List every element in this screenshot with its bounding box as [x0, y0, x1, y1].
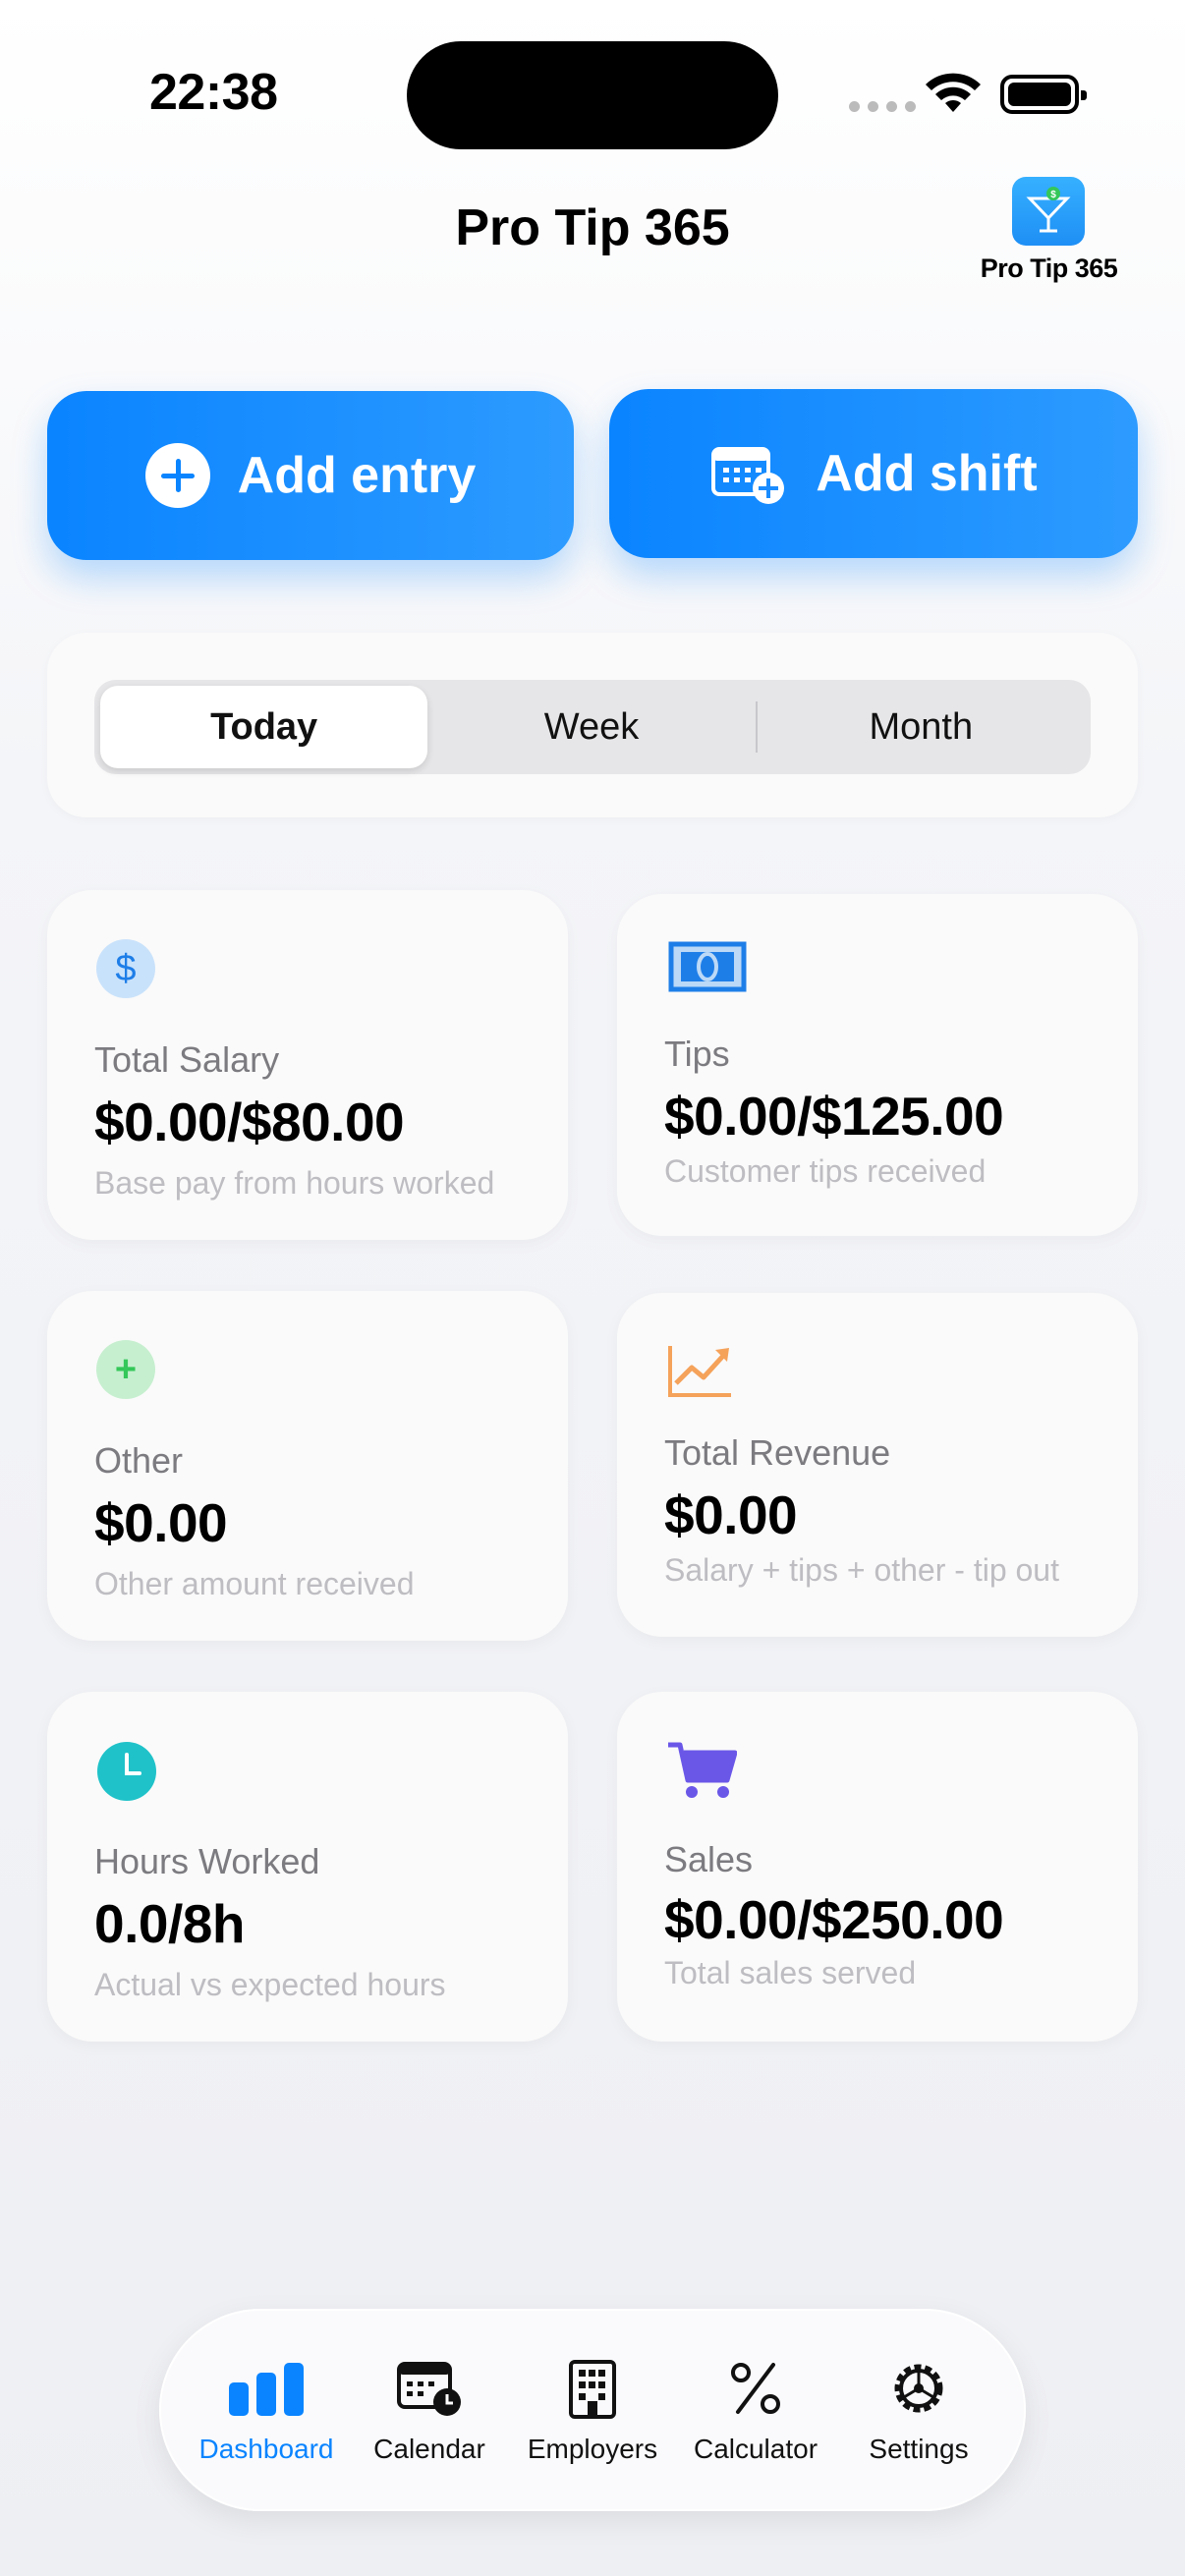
card-description: Actual vs expected hours	[94, 1967, 446, 2002]
banknote-icon	[668, 941, 747, 1000]
chart-up-icon	[666, 1340, 731, 1399]
card-label: Total Salary	[94, 1039, 280, 1080]
calendar-plus-icon	[711, 447, 785, 504]
card-value: $0.00/$250.00	[664, 1889, 1004, 1950]
total-salary-card[interactable]: $ Total Salary $0.00/$80.00 Base pay fro…	[47, 890, 568, 1240]
status-time: 22:38	[149, 64, 278, 121]
percent-icon	[716, 2355, 795, 2422]
cart-icon	[666, 1739, 738, 1798]
card-label: Total Revenue	[664, 1432, 891, 1473]
plus-icon: +	[96, 1340, 155, 1399]
add-shift-button[interactable]: Add shift	[609, 389, 1138, 558]
card-description: Salary + tips + other - tip out	[664, 1552, 1059, 1588]
tab-dashboard[interactable]: Dashboard	[188, 2355, 345, 2465]
dynamic-island	[407, 41, 778, 149]
period-segmented-control: Today Week Month	[94, 680, 1091, 774]
card-label: Other	[94, 1440, 184, 1481]
add-entry-button[interactable]: Add entry	[47, 391, 574, 560]
card-label: Tips	[664, 1034, 730, 1074]
card-value: $0.00	[94, 1492, 228, 1553]
bar-chart-icon	[227, 2355, 306, 2422]
tab-bar: Dashboard Calendar Employers Calculator …	[159, 2309, 1026, 2511]
card-description: Total sales served	[664, 1955, 917, 1990]
card-description: Customer tips received	[664, 1153, 987, 1189]
segment-week[interactable]: Week	[427, 686, 755, 768]
tips-card[interactable]: Tips $0.00/$125.00 Customer tips receive…	[617, 894, 1138, 1236]
logo-label: Pro Tip 365	[980, 253, 1118, 283]
gear-icon	[879, 2355, 958, 2422]
card-label: Sales	[664, 1839, 754, 1879]
status-bar: 22:38	[0, 0, 1185, 187]
segment-month[interactable]: Month	[758, 686, 1085, 768]
battery-icon	[1000, 75, 1087, 114]
add-shift-label: Add shift	[816, 445, 1038, 502]
wifi-icon	[926, 73, 981, 112]
dollar-icon: $	[96, 939, 155, 998]
period-selector-card: Today Week Month	[47, 633, 1138, 817]
tab-employers[interactable]: Employers	[514, 2355, 671, 2465]
add-entry-label: Add entry	[237, 447, 477, 504]
tab-settings[interactable]: Settings	[840, 2355, 997, 2465]
tab-label: Calculator	[693, 2434, 818, 2464]
card-value: $0.00/$125.00	[664, 1086, 1004, 1147]
svg-text:$: $	[1050, 190, 1056, 200]
tab-label: Settings	[869, 2434, 969, 2464]
card-description: Base pay from hours worked	[94, 1165, 495, 1201]
card-value: $0.00/$80.00	[94, 1092, 405, 1152]
total-revenue-card[interactable]: Total Revenue $0.00 Salary + tips + othe…	[617, 1293, 1138, 1637]
sales-card[interactable]: Sales $0.00/$250.00 Total sales served	[617, 1692, 1138, 2042]
plus-circle-icon	[144, 443, 210, 508]
tab-calculator[interactable]: Calculator	[677, 2355, 834, 2465]
tab-label: Dashboard	[198, 2434, 334, 2464]
card-value: $0.00	[664, 1484, 798, 1545]
card-label: Hours Worked	[94, 1841, 320, 1881]
clock-icon	[96, 1741, 156, 1801]
calendar-clock-icon	[390, 2355, 469, 2422]
segment-today[interactable]: Today	[100, 686, 428, 768]
tab-label: Calendar	[373, 2434, 485, 2464]
card-description: Other amount received	[94, 1566, 415, 1601]
building-icon	[553, 2355, 632, 2422]
signal-dots-icon	[849, 101, 916, 112]
cocktail-glass-dollar-icon: $	[1012, 177, 1085, 246]
other-card[interactable]: + Other $0.00 Other amount received	[47, 1291, 568, 1641]
app-title: Pro Tip 365	[455, 199, 730, 256]
hours-worked-card[interactable]: Hours Worked 0.0/8h Actual vs expected h…	[47, 1692, 568, 2042]
tab-calendar[interactable]: Calendar	[351, 2355, 508, 2465]
card-value: 0.0/8h	[94, 1893, 245, 1954]
tab-label: Employers	[527, 2434, 658, 2464]
